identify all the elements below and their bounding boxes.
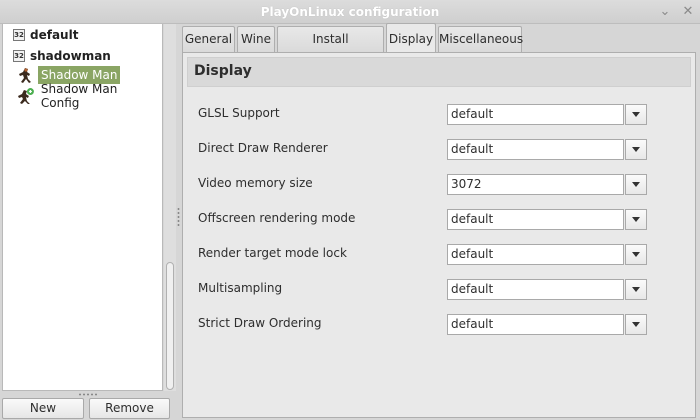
chevron-down-icon[interactable] (625, 279, 647, 300)
select-value[interactable]: default (447, 244, 624, 265)
setting-label-direct-draw-renderer: Direct Draw Renderer (198, 141, 328, 155)
setting-label-render-target-mode-lock: Render target mode lock (198, 246, 347, 260)
panel-title: Display (194, 63, 252, 79)
select-value[interactable]: 3072 (447, 174, 624, 195)
tree-scrollbar[interactable] (164, 24, 176, 391)
glsl-support-select[interactable]: default (447, 104, 647, 125)
tree-item-label: shadowman (30, 49, 111, 63)
video-memory-size-select[interactable]: 3072 (447, 174, 647, 195)
game-character-icon (19, 68, 31, 83)
setting-label-glsl-support: GLSL Support (198, 106, 280, 120)
minimize-icon[interactable]: ⌄ (657, 4, 673, 20)
setting-label-offscreen-rendering-mode: Offscreen rendering mode (198, 211, 356, 225)
select-value[interactable]: default (447, 209, 624, 230)
close-icon[interactable]: ✕ (680, 4, 696, 20)
chevron-down-icon[interactable] (625, 209, 647, 230)
strict-draw-ordering-select[interactable]: default (447, 314, 647, 335)
tree-item-prefix-shadowman[interactable]: 32 shadowman (13, 46, 111, 66)
direct-draw-renderer-select[interactable]: default (447, 139, 647, 160)
window-title: PlayOnLinux configuration (260, 5, 440, 19)
setting-label-multisampling: Multisampling (198, 281, 283, 295)
resize-grip-icon[interactable] (78, 393, 98, 396)
render-target-mode-lock-select[interactable]: default (447, 244, 647, 265)
tree-item-shortcut-shadow-man-config[interactable]: Shadow Man Config (17, 82, 162, 110)
select-value[interactable]: default (447, 139, 624, 160)
arch-32-icon: 32 (13, 29, 25, 41)
select-value[interactable]: default (447, 314, 624, 335)
prefix-tree[interactable]: 32 default 32 shadowman Shadow Man Shado… (2, 24, 163, 391)
offscreen-rendering-mode-select[interactable]: default (447, 209, 647, 230)
tree-item-prefix-default[interactable]: 32 default (13, 25, 78, 45)
multisampling-select[interactable]: default (447, 279, 647, 300)
chevron-down-icon[interactable] (625, 104, 647, 125)
scrollbar-thumb[interactable] (166, 262, 174, 390)
tab-miscellaneous[interactable]: Miscellaneous (438, 26, 523, 52)
tree-item-label: Shadow Man Config (40, 82, 118, 110)
select-value[interactable]: default (447, 104, 624, 125)
arch-32-icon: 32 (13, 50, 25, 62)
tab-install-components[interactable]: Install components (277, 26, 384, 70)
setting-label-strict-draw-ordering: Strict Draw Ordering (198, 316, 322, 330)
new-button[interactable]: New (2, 398, 84, 419)
chevron-down-icon[interactable] (625, 174, 647, 195)
chevron-down-icon[interactable] (625, 244, 647, 265)
chevron-down-icon[interactable] (625, 314, 647, 335)
title-bar: PlayOnLinux configuration ⌄ ✕ (0, 0, 700, 24)
tab-general[interactable]: General (182, 26, 235, 52)
game-config-icon (17, 88, 34, 104)
select-value[interactable]: default (447, 279, 624, 300)
pane-splitter-icon[interactable] (177, 207, 180, 227)
setting-label-video-memory-size: Video memory size (198, 176, 313, 190)
panel-header: Display (187, 57, 691, 87)
tree-item-label: default (30, 28, 79, 42)
tab-wine[interactable]: Wine (237, 26, 275, 52)
chevron-down-icon[interactable] (625, 139, 647, 160)
remove-button[interactable]: Remove (89, 398, 170, 419)
tab-display[interactable]: Display (386, 23, 436, 52)
display-settings-panel: Display GLSL Support default Direct Draw… (182, 52, 696, 418)
